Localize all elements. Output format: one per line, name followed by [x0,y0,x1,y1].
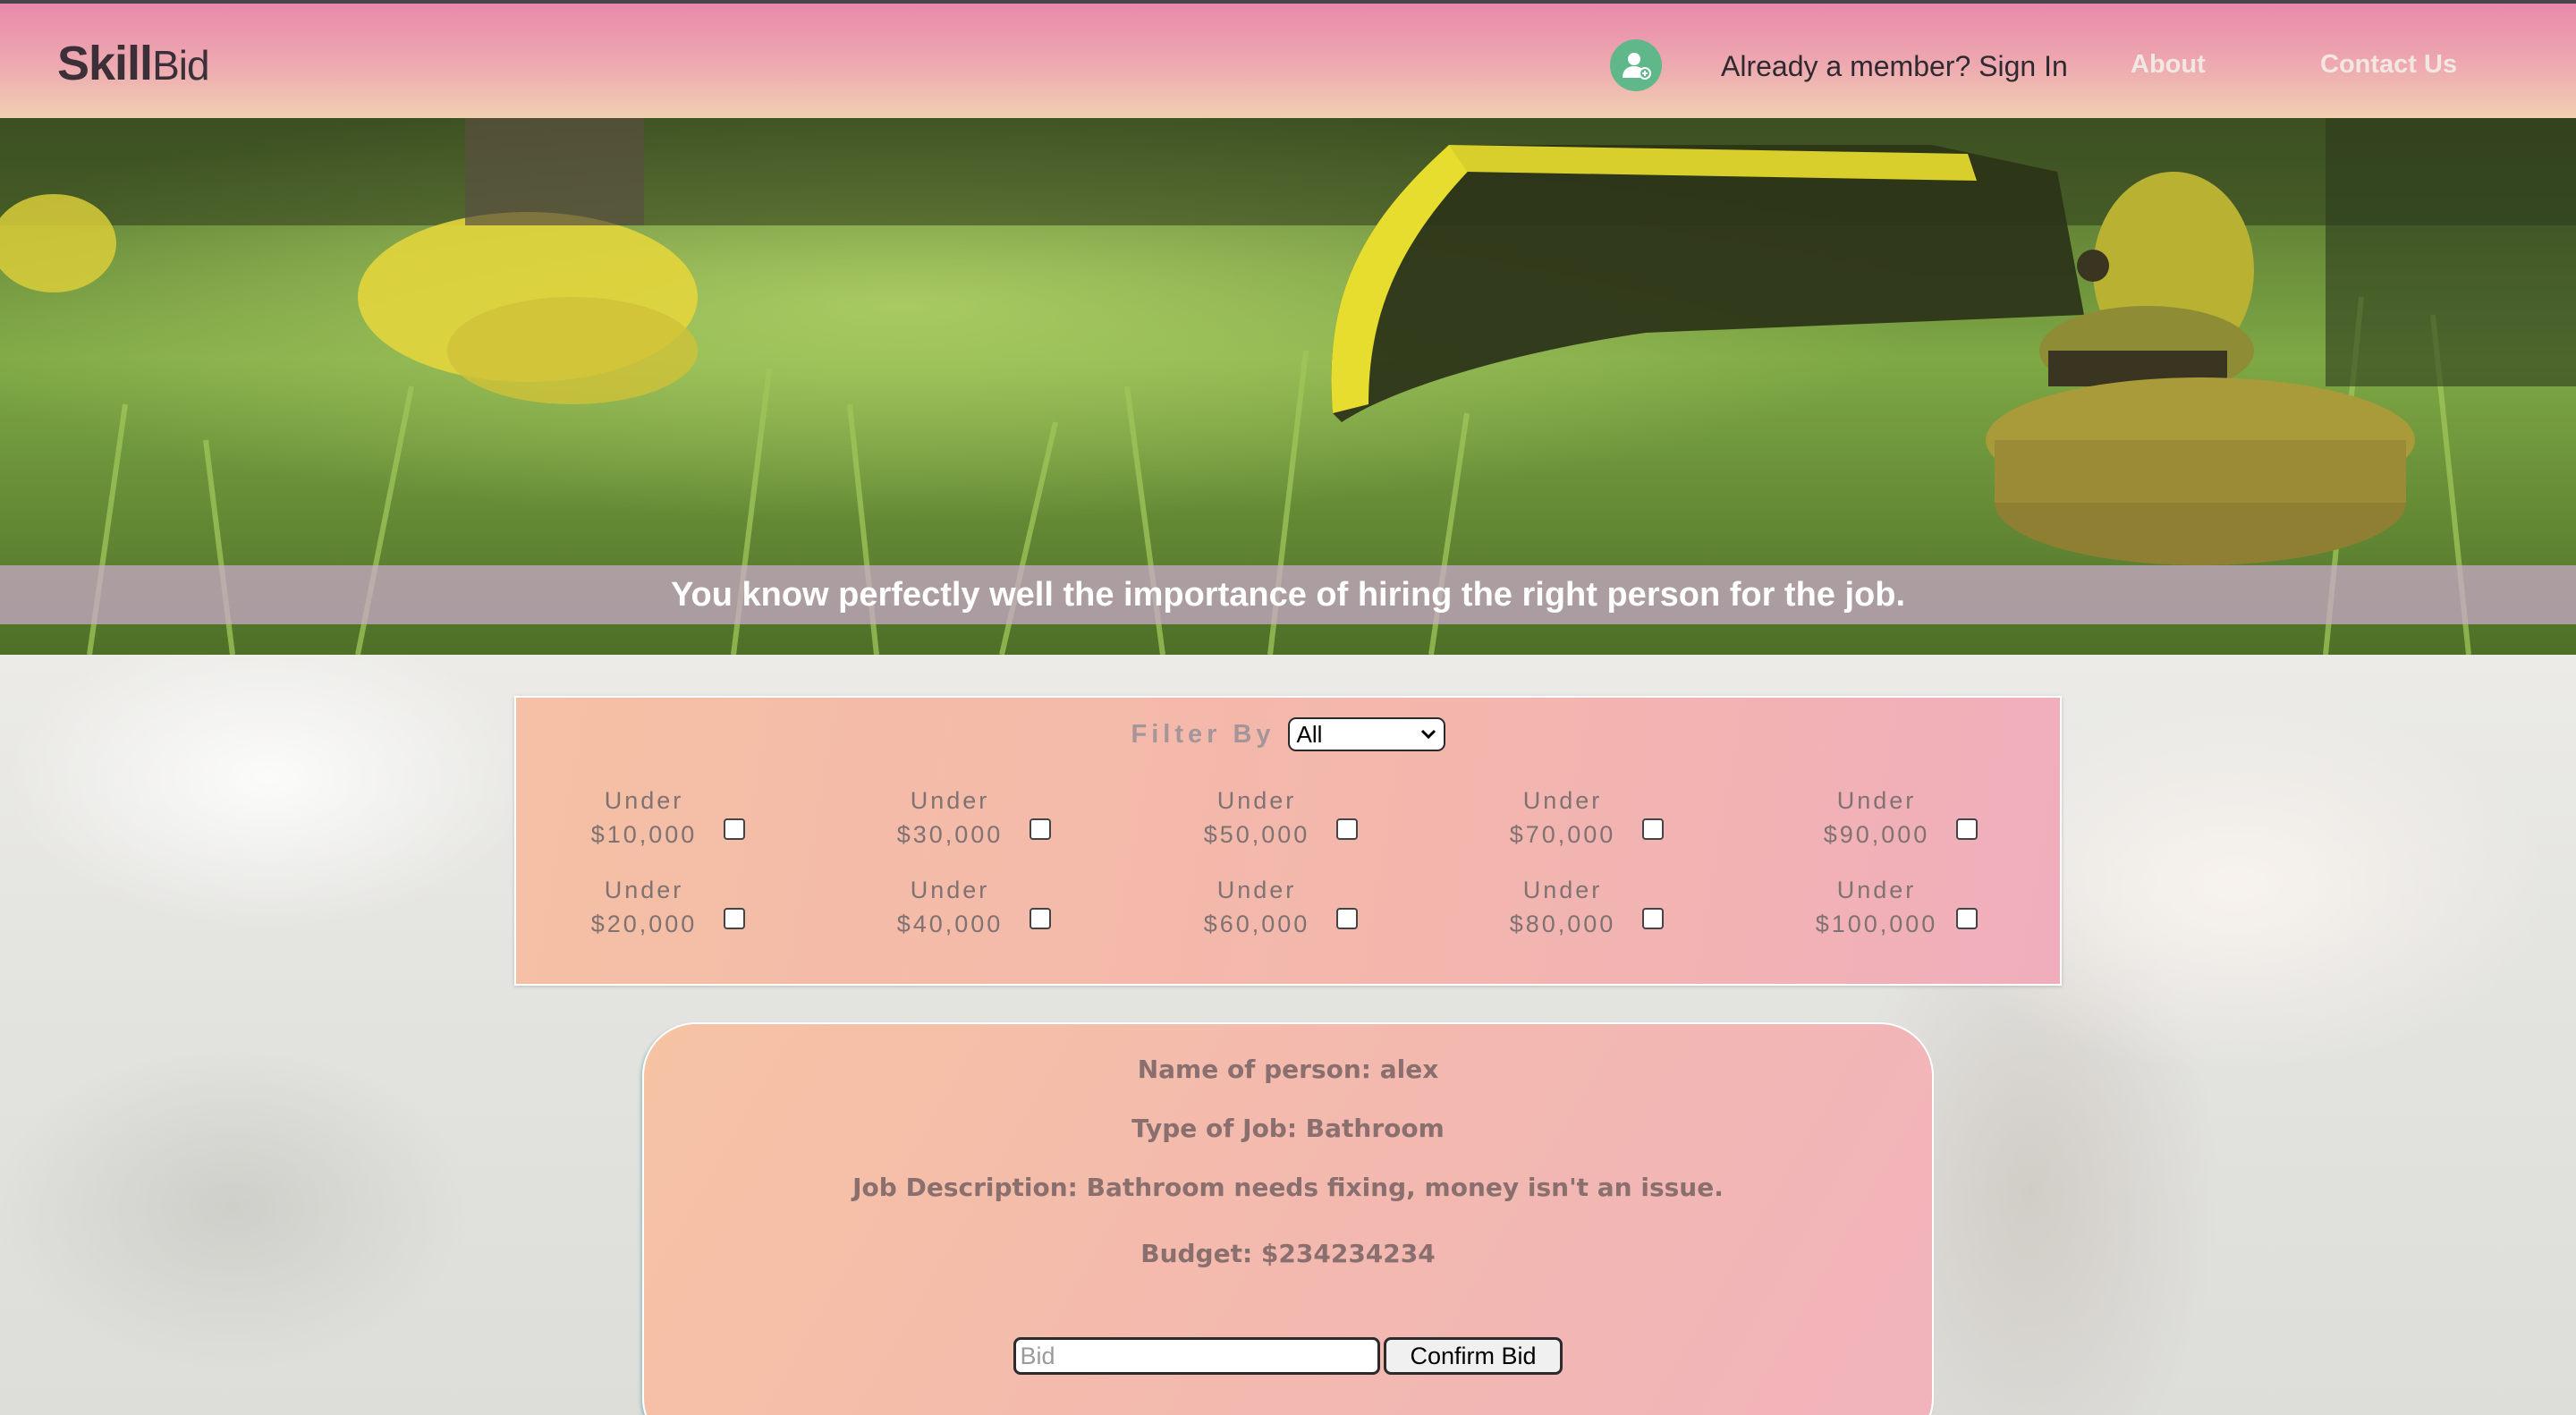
filter-option-label: Under $20,000 [590,877,698,937]
hero-image: You know perfectly well the importance o… [0,118,2576,655]
filter-option-label: Under $90,000 [1823,787,1930,848]
filter-option-under-90000[interactable]: Under $90,000 [1801,784,1997,855]
filter-panel: Filter By All Under $10,000 Under $30,000 … [514,696,2062,986]
filter-option-under-80000[interactable]: Under $80,000 [1487,873,1683,945]
filter-option-label: Under $50,000 [1203,787,1310,848]
logo-bold: Skill [57,37,153,90]
filter-checkbox[interactable] [1956,908,1978,929]
sign-in-link[interactable]: Already a member? Sign In [1721,50,2068,83]
filter-option-label: Under $80,000 [1509,877,1616,937]
filter-checkbox[interactable] [724,908,745,929]
filter-option-label: Under $10,000 [590,787,698,848]
filter-option-under-10000[interactable]: Under $10,000 [568,784,765,855]
confirm-bid-button[interactable]: Confirm Bid [1384,1337,1563,1375]
filter-option-label: Under $70,000 [1509,787,1616,848]
filter-option-under-100000[interactable]: Under $100,000 [1801,873,1997,945]
filter-option-under-50000[interactable]: Under $50,000 [1181,784,1377,855]
filter-option-under-30000[interactable]: Under $30,000 [874,784,1071,855]
site-logo[interactable]: SkillBid [57,36,210,91]
hero-tagline: You know perfectly well the importance o… [0,565,2576,624]
job-type: Type of Job: Bathroom [1131,1114,1445,1143]
chevron-down-icon [1420,729,1436,740]
job-person-name: Name of person: alex [1137,1055,1439,1084]
filter-option-under-70000[interactable]: Under $70,000 [1487,784,1683,855]
filter-label: Filter By [1131,719,1275,749]
filter-option-under-40000[interactable]: Under $40,000 [874,873,1071,945]
filter-option-under-60000[interactable]: Under $60,000 [1181,873,1377,945]
job-description: Job Description: Bathroom needs fixing, … [852,1173,1724,1202]
filter-checkbox[interactable] [1336,908,1358,929]
filter-option-under-20000[interactable]: Under $20,000 [568,873,765,945]
filter-option-label: Under $100,000 [1815,877,1938,937]
logo-light: Bid [152,42,209,89]
nav-about[interactable]: About [2131,50,2206,80]
filter-option-label: Under $30,000 [896,787,1004,848]
nav-contact-us[interactable]: Contact Us [2320,50,2457,80]
filter-selected-value: All [1296,720,1323,748]
filter-checkbox[interactable] [1030,908,1051,929]
filter-header: Filter By All [516,717,2060,751]
filter-option-label: Under $60,000 [1203,877,1310,937]
filter-checkbox[interactable] [1642,908,1664,929]
filter-checkbox[interactable] [724,818,745,840]
filter-checkbox[interactable] [1642,818,1664,840]
bid-input[interactable] [1013,1337,1381,1375]
job-card: Name of person: alex Type of Job: Bathro… [642,1022,1934,1415]
filter-checkbox[interactable] [1956,818,1978,840]
filter-checkbox[interactable] [1030,818,1051,840]
bid-row: Confirm Bid [644,1337,1932,1375]
filter-option-label: Under $40,000 [896,877,1004,937]
job-budget: Budget: $234234234 [1140,1239,1436,1268]
filter-checkbox[interactable] [1336,818,1358,840]
user-add-icon[interactable] [1610,39,1662,91]
filter-select[interactable]: All [1287,717,1445,751]
site-header: SkillBid Already a member? Sign In About… [0,0,2576,118]
